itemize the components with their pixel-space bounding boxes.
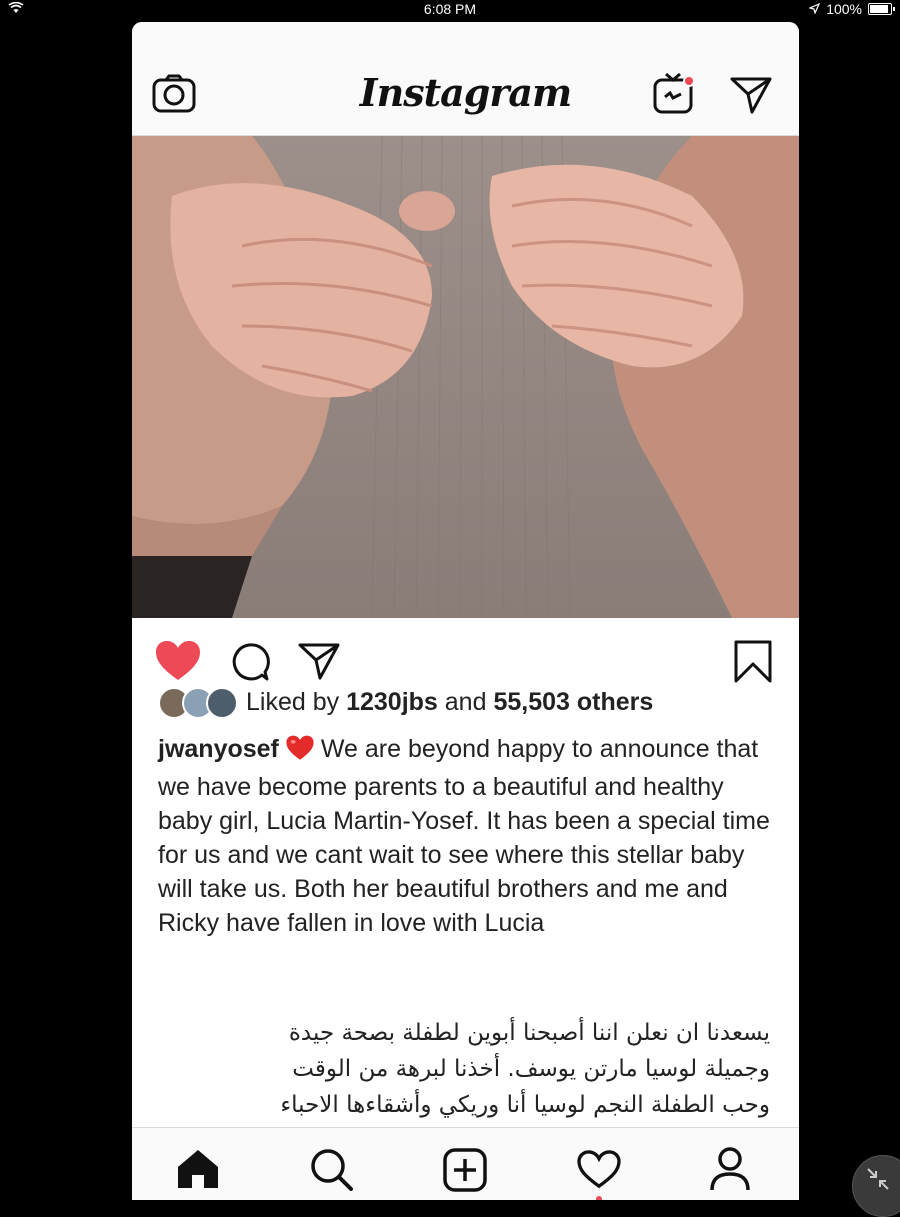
red-heart-emoji-icon [285,735,315,770]
profile-icon[interactable] [710,1146,750,1197]
liked-by-and: and [444,687,487,716]
caption-arabic: يسعدنا ان نعلن اننا أصبحنا أبوين لطفلة ب… [158,1015,770,1123]
liked-by[interactable]: Liked by 1230jbs and 55,503 others [158,684,653,720]
caption-text: We are beyond happy to announce that we … [158,735,770,937]
battery-icon [868,3,895,15]
post-caption: jwanyosef We are beyond happy to announce… [158,732,778,940]
activity-notification-dot [596,1196,602,1200]
comment-icon[interactable] [228,642,270,687]
post-image[interactable] [132,136,799,618]
share-icon[interactable] [298,642,340,685]
status-bar: 6:08 PM 100% [0,0,900,20]
liker-avatars [158,685,238,719]
instagram-screen: Instagram Liked by 1230jbs and 55,503 ot… [132,22,799,1200]
igtv-icon[interactable] [652,70,698,121]
bookmark-icon[interactable] [733,640,773,689]
liked-by-user[interactable]: 1230jbs [346,688,438,717]
search-icon[interactable] [310,1148,354,1197]
home-icon[interactable] [176,1148,220,1195]
avatar [206,687,238,719]
battery-fill [870,5,888,13]
caption-arabic-line: وحب الطفلة النجم لوسيا أنا وريكي وأشقاءه… [280,1092,770,1118]
battery-percent: 100% [826,1,862,17]
caption-arabic-line: يسعدنا ان نعلن اننا أصبحنا أبوين لطفلة ب… [288,1020,770,1046]
caption-arabic-line: وجميلة لوسيا مارتن يوسف. أخذنا لبرهة من … [292,1056,770,1082]
activity-heart-icon[interactable] [576,1150,622,1200]
bottom-tab-bar [132,1127,799,1200]
liked-by-prefix: Liked by [246,687,340,716]
collapse-arrows-icon [865,1166,891,1197]
direct-message-icon[interactable] [730,76,772,119]
caption-username[interactable]: jwanyosef [158,735,279,763]
add-post-icon[interactable] [443,1148,487,1197]
top-bar: Instagram [132,22,799,136]
location-arrow-icon [808,1,821,17]
likes-count[interactable]: 55,503 others [493,688,653,717]
app-logo: Instagram [359,70,572,115]
status-time: 6:08 PM [423,1,477,17]
collapse-button[interactable] [852,1155,900,1217]
like-heart-icon[interactable] [154,640,202,687]
